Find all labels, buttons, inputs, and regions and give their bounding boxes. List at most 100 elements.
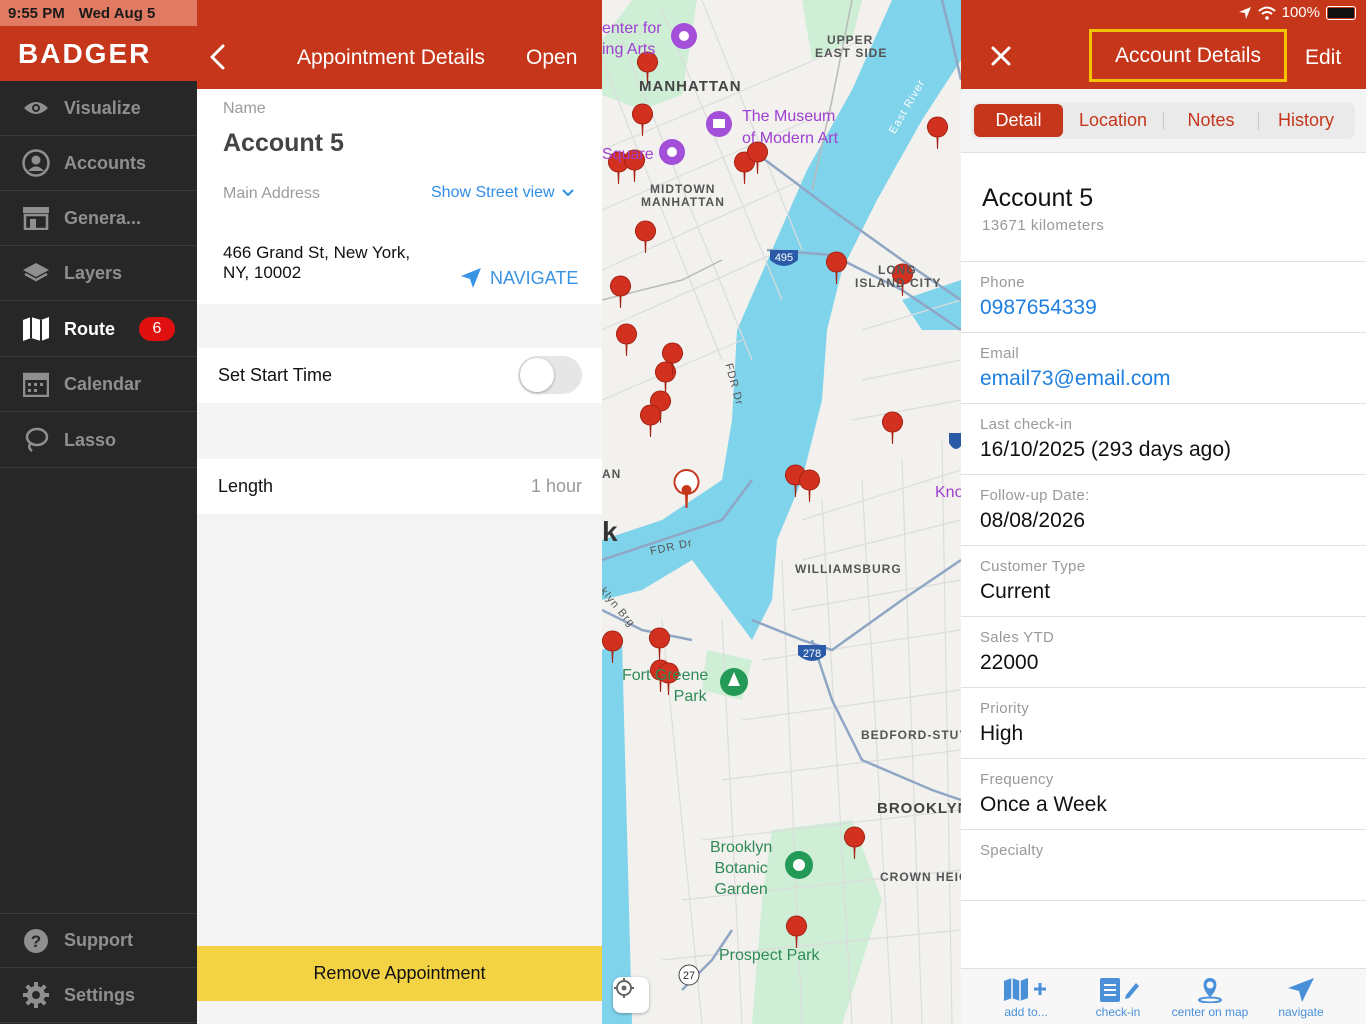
sidebar-item-calendar[interactable]: Calendar — [0, 357, 197, 412]
account-summary: Account 5 13671 kilometers — [961, 153, 1366, 262]
map-add-icon — [1004, 978, 1046, 1001]
locate-button[interactable] — [613, 977, 649, 1013]
sidebar-item-support[interactable]: ? Support — [0, 913, 197, 968]
sidebar: 9:55 PM Wed Aug 5 BADGER Visualize Accou… — [0, 0, 197, 1024]
status-bar-right: 100% — [1238, 4, 1356, 21]
brand-logo: BADGER — [0, 26, 197, 81]
eye-icon — [22, 94, 50, 122]
highway-495-label: 495 — [775, 252, 793, 264]
open-button[interactable]: Open — [526, 46, 577, 70]
route-count-badge: 6 — [139, 317, 175, 341]
field-priority: Priority High — [961, 688, 1366, 759]
sidebar-item-visualize[interactable]: Visualize — [0, 81, 197, 136]
account-distance: 13671 kilometers — [982, 217, 1105, 234]
phone-link[interactable]: 0987654339 — [980, 296, 1097, 320]
map-poi-moma-2: of Modern Art — [742, 130, 839, 147]
edit-button[interactable]: Edit — [1305, 46, 1341, 70]
status-bar-left: 9:55 PM Wed Aug 5 — [0, 0, 197, 26]
center-on-map-button[interactable]: center on map — [1165, 977, 1255, 1019]
add-to-route-button[interactable]: add to... — [981, 977, 1071, 1019]
tab-history[interactable]: History — [1259, 104, 1353, 137]
appointment-panel: Appointment Details Open Name Account 5 … — [197, 0, 602, 1024]
navigate-toolbar-button[interactable]: navigate — [1256, 977, 1346, 1019]
map-label-bedford-stuy: BEDFORD-STUY — [861, 728, 961, 742]
map-park-botanic-2: Botanic — [714, 860, 768, 877]
street-view-label: Show Street view — [431, 184, 555, 201]
sidebar-item-layers[interactable]: Layers — [0, 246, 197, 301]
toolbar-label: add to... — [1004, 1005, 1048, 1019]
sidebar-item-accounts[interactable]: Accounts — [0, 136, 197, 191]
map-view[interactable]: 495 278 27 UPPER EAST SIDE MANHATTAN MID… — [602, 0, 961, 1024]
address-value: 466 Grand St, New York, NY, 10002 — [223, 243, 411, 282]
pin-icon — [1198, 978, 1222, 1003]
field-label: Priority — [980, 700, 1030, 717]
map-label-crown-heights: CROWN HEIG — [880, 870, 961, 884]
field-specialty: Specialty — [961, 830, 1366, 901]
checkin-icon — [1100, 978, 1139, 1002]
navigate-icon — [1288, 978, 1314, 1002]
account-name: Account 5 — [982, 184, 1094, 212]
wifi-icon — [1257, 6, 1276, 20]
field-value: 22000 — [980, 651, 1039, 674]
field-label: Follow-up Date: — [980, 487, 1090, 504]
map-poi-arts-2: ing Arts — [602, 41, 656, 58]
check-in-button[interactable]: check-in — [1073, 977, 1163, 1019]
navigate-label: NAVIGATE — [490, 267, 579, 288]
map-park-botanic-garden: Brooklyn Botanic Garden — [710, 837, 772, 900]
tab-location[interactable]: Location — [1063, 104, 1163, 137]
show-street-view-link[interactable]: Show Street view — [431, 184, 574, 202]
tab-notes[interactable]: Notes — [1164, 104, 1258, 137]
map-label-long: LONG — [878, 263, 917, 277]
field-frequency: Frequency Once a Week — [961, 759, 1366, 830]
map-park-fort-greene: Fort Greene Park — [622, 665, 708, 707]
status-time: 9:55 PM — [8, 4, 65, 22]
status-date: Wed Aug 5 — [78, 4, 156, 22]
map-poi-moma-1: The Museum — [742, 108, 836, 125]
close-icon[interactable] — [989, 44, 1013, 68]
map-label-midtown-manhattan: MANHATTAN — [641, 195, 725, 209]
field-sales-ytd: Sales YTD 22000 — [961, 617, 1366, 688]
map-poi-arts-1: enter for — [602, 20, 662, 37]
map-park-fort-greene-2: Park — [673, 688, 707, 705]
navigate-arrow-icon — [461, 268, 481, 288]
chevron-down-icon — [562, 189, 574, 197]
map-park-botanic-1: Brooklyn — [710, 839, 773, 856]
navigate-button[interactable]: NAVIGATE — [460, 267, 578, 289]
back-chevron-icon[interactable] — [207, 44, 231, 70]
battery-icon — [1326, 5, 1356, 20]
map-label-williamsburg: WILLIAMSBURG — [795, 562, 902, 576]
sidebar-item-settings[interactable]: Settings — [0, 968, 197, 1023]
map-label-midtown: MIDTOWN — [650, 182, 716, 196]
field-label: Email — [980, 345, 1020, 362]
sidebar-item-label: Settings — [64, 984, 136, 1005]
map-label-manhattan: MANHATTAN — [639, 78, 742, 95]
account-panel: 100% Account Details Edit Detail Locatio… — [961, 0, 1366, 1024]
start-time-toggle[interactable] — [518, 356, 582, 394]
sidebar-item-general[interactable]: Genera... — [0, 191, 197, 246]
sidebar-item-lasso[interactable]: Lasso — [0, 413, 197, 468]
field-customer-type: Customer Type Current — [961, 546, 1366, 617]
toolbar-label: check-in — [1095, 1005, 1141, 1019]
map-label-east-side: EAST SIDE — [815, 46, 888, 60]
map-label-upper: UPPER — [827, 33, 874, 47]
remove-appointment-button[interactable]: Remove Appointment — [197, 946, 602, 1001]
account-tabs-bar: Detail Location Notes History — [961, 89, 1366, 153]
app-root: 9:55 PM Wed Aug 5 BADGER Visualize Accou… — [0, 0, 1366, 1024]
calendar-icon — [22, 370, 50, 398]
field-label: Frequency — [980, 771, 1054, 788]
email-link[interactable]: email73@email.com — [980, 367, 1171, 391]
route-27-label: 27 — [683, 970, 695, 982]
sidebar-item-label: Lasso — [64, 429, 117, 450]
account-header: 100% Account Details Edit — [961, 0, 1366, 89]
store-icon — [22, 204, 50, 232]
brand-text: BADGER — [18, 37, 152, 69]
appointment-title: Appointment Details — [297, 46, 485, 69]
length-row[interactable]: Length 1 hour — [197, 459, 602, 514]
map-label-brooklyn: BROOKLYN — [877, 800, 961, 817]
map-park-prospect: Prospect Park — [719, 947, 820, 964]
field-value: Current — [980, 580, 1051, 603]
map-poi-square: Square — [602, 146, 654, 163]
appointment-info: Name Account 5 Main Address Show Street … — [197, 89, 602, 304]
tab-detail[interactable]: Detail — [974, 104, 1063, 137]
sidebar-item-route[interactable]: Route 6 — [0, 302, 197, 357]
